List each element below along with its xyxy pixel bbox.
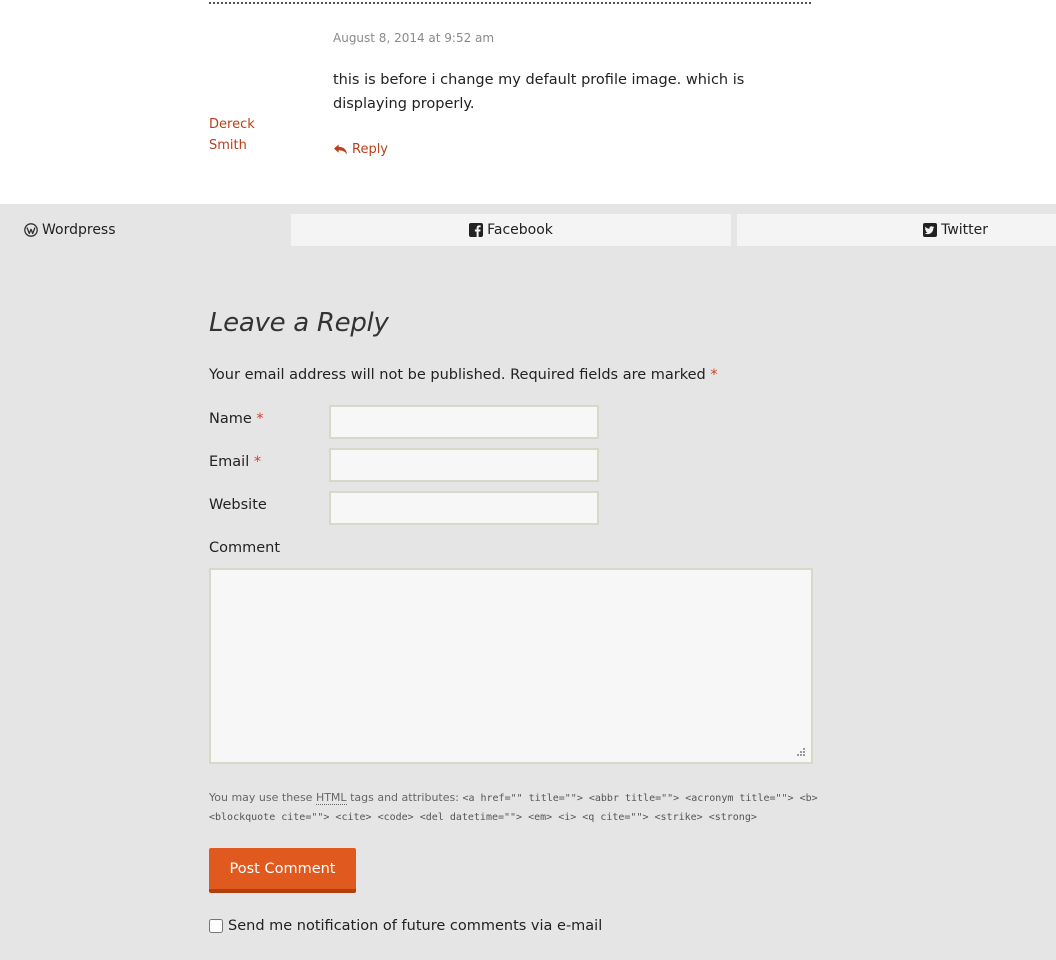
subscribe-checkbox[interactable] [209, 919, 223, 933]
allowed-tags-suffix: tags and attributes: [350, 791, 459, 804]
comment-author-link[interactable]: Dereck Smith [209, 114, 279, 156]
reply-arrow-icon [334, 144, 347, 155]
name-label-text: Name [209, 411, 252, 427]
share-twitter-label: Twitter [941, 222, 988, 238]
twitter-icon [923, 223, 938, 237]
name-required-mark: * [256, 411, 264, 427]
share-facebook-button[interactable]: Facebook [291, 214, 731, 246]
reply-form-title: Leave a Reply [209, 308, 389, 338]
website-label-text: Website [209, 497, 267, 513]
email-required-mark: * [253, 454, 262, 470]
share-twitter-button[interactable]: Twitter [737, 214, 1056, 246]
share-wordpress-label: Wordpress [42, 222, 116, 238]
facebook-icon [469, 223, 484, 237]
resize-grip-icon[interactable] [794, 745, 806, 757]
wordpress-icon [24, 223, 38, 237]
comment-textarea[interactable] [209, 568, 813, 764]
subscribe-label: Send me notification of future comments … [228, 918, 603, 934]
comment-notes: Your email address will not be published… [209, 367, 718, 383]
comment-date[interactable]: August 8, 2014 at 9:52 am [333, 31, 494, 45]
comment-body: this is before i change my default profi… [333, 72, 745, 112]
subscribe-option[interactable]: Send me notification of future comments … [209, 918, 602, 934]
comment-notes-text: Your email address will not be published… [209, 367, 706, 383]
email-label-text: Email [209, 454, 250, 470]
comment-divider [209, 2, 811, 4]
allowed-tags-prefix: You may use these [209, 791, 313, 804]
share-bar: Wordpress Facebook Twitter [0, 204, 1056, 256]
name-label: Name * [209, 411, 264, 427]
html-abbr: HTML [315, 791, 347, 805]
website-label: Website [209, 497, 267, 513]
name-input[interactable] [329, 405, 599, 439]
reply-link[interactable]: Reply [333, 142, 388, 157]
comment-section: August 8, 2014 at 9:52 am this is before… [0, 0, 1056, 204]
comment-label-text: Comment [209, 540, 281, 556]
post-comment-button[interactable]: Post Comment [209, 848, 356, 893]
comment-author-first[interactable]: Dereck [209, 114, 279, 135]
website-input[interactable] [329, 491, 599, 525]
reply-label: Reply [352, 142, 389, 157]
share-wordpress-button[interactable]: Wordpress [0, 214, 286, 246]
email-input[interactable] [329, 448, 599, 482]
required-mark: * [710, 367, 718, 383]
email-label: Email * [209, 454, 261, 470]
comment-label: Comment [209, 540, 280, 556]
share-facebook-label: Facebook [487, 222, 553, 238]
comment-author-last[interactable]: Smith [209, 135, 279, 156]
allowed-tags: You may use these HTML tags and attribut… [209, 789, 819, 827]
